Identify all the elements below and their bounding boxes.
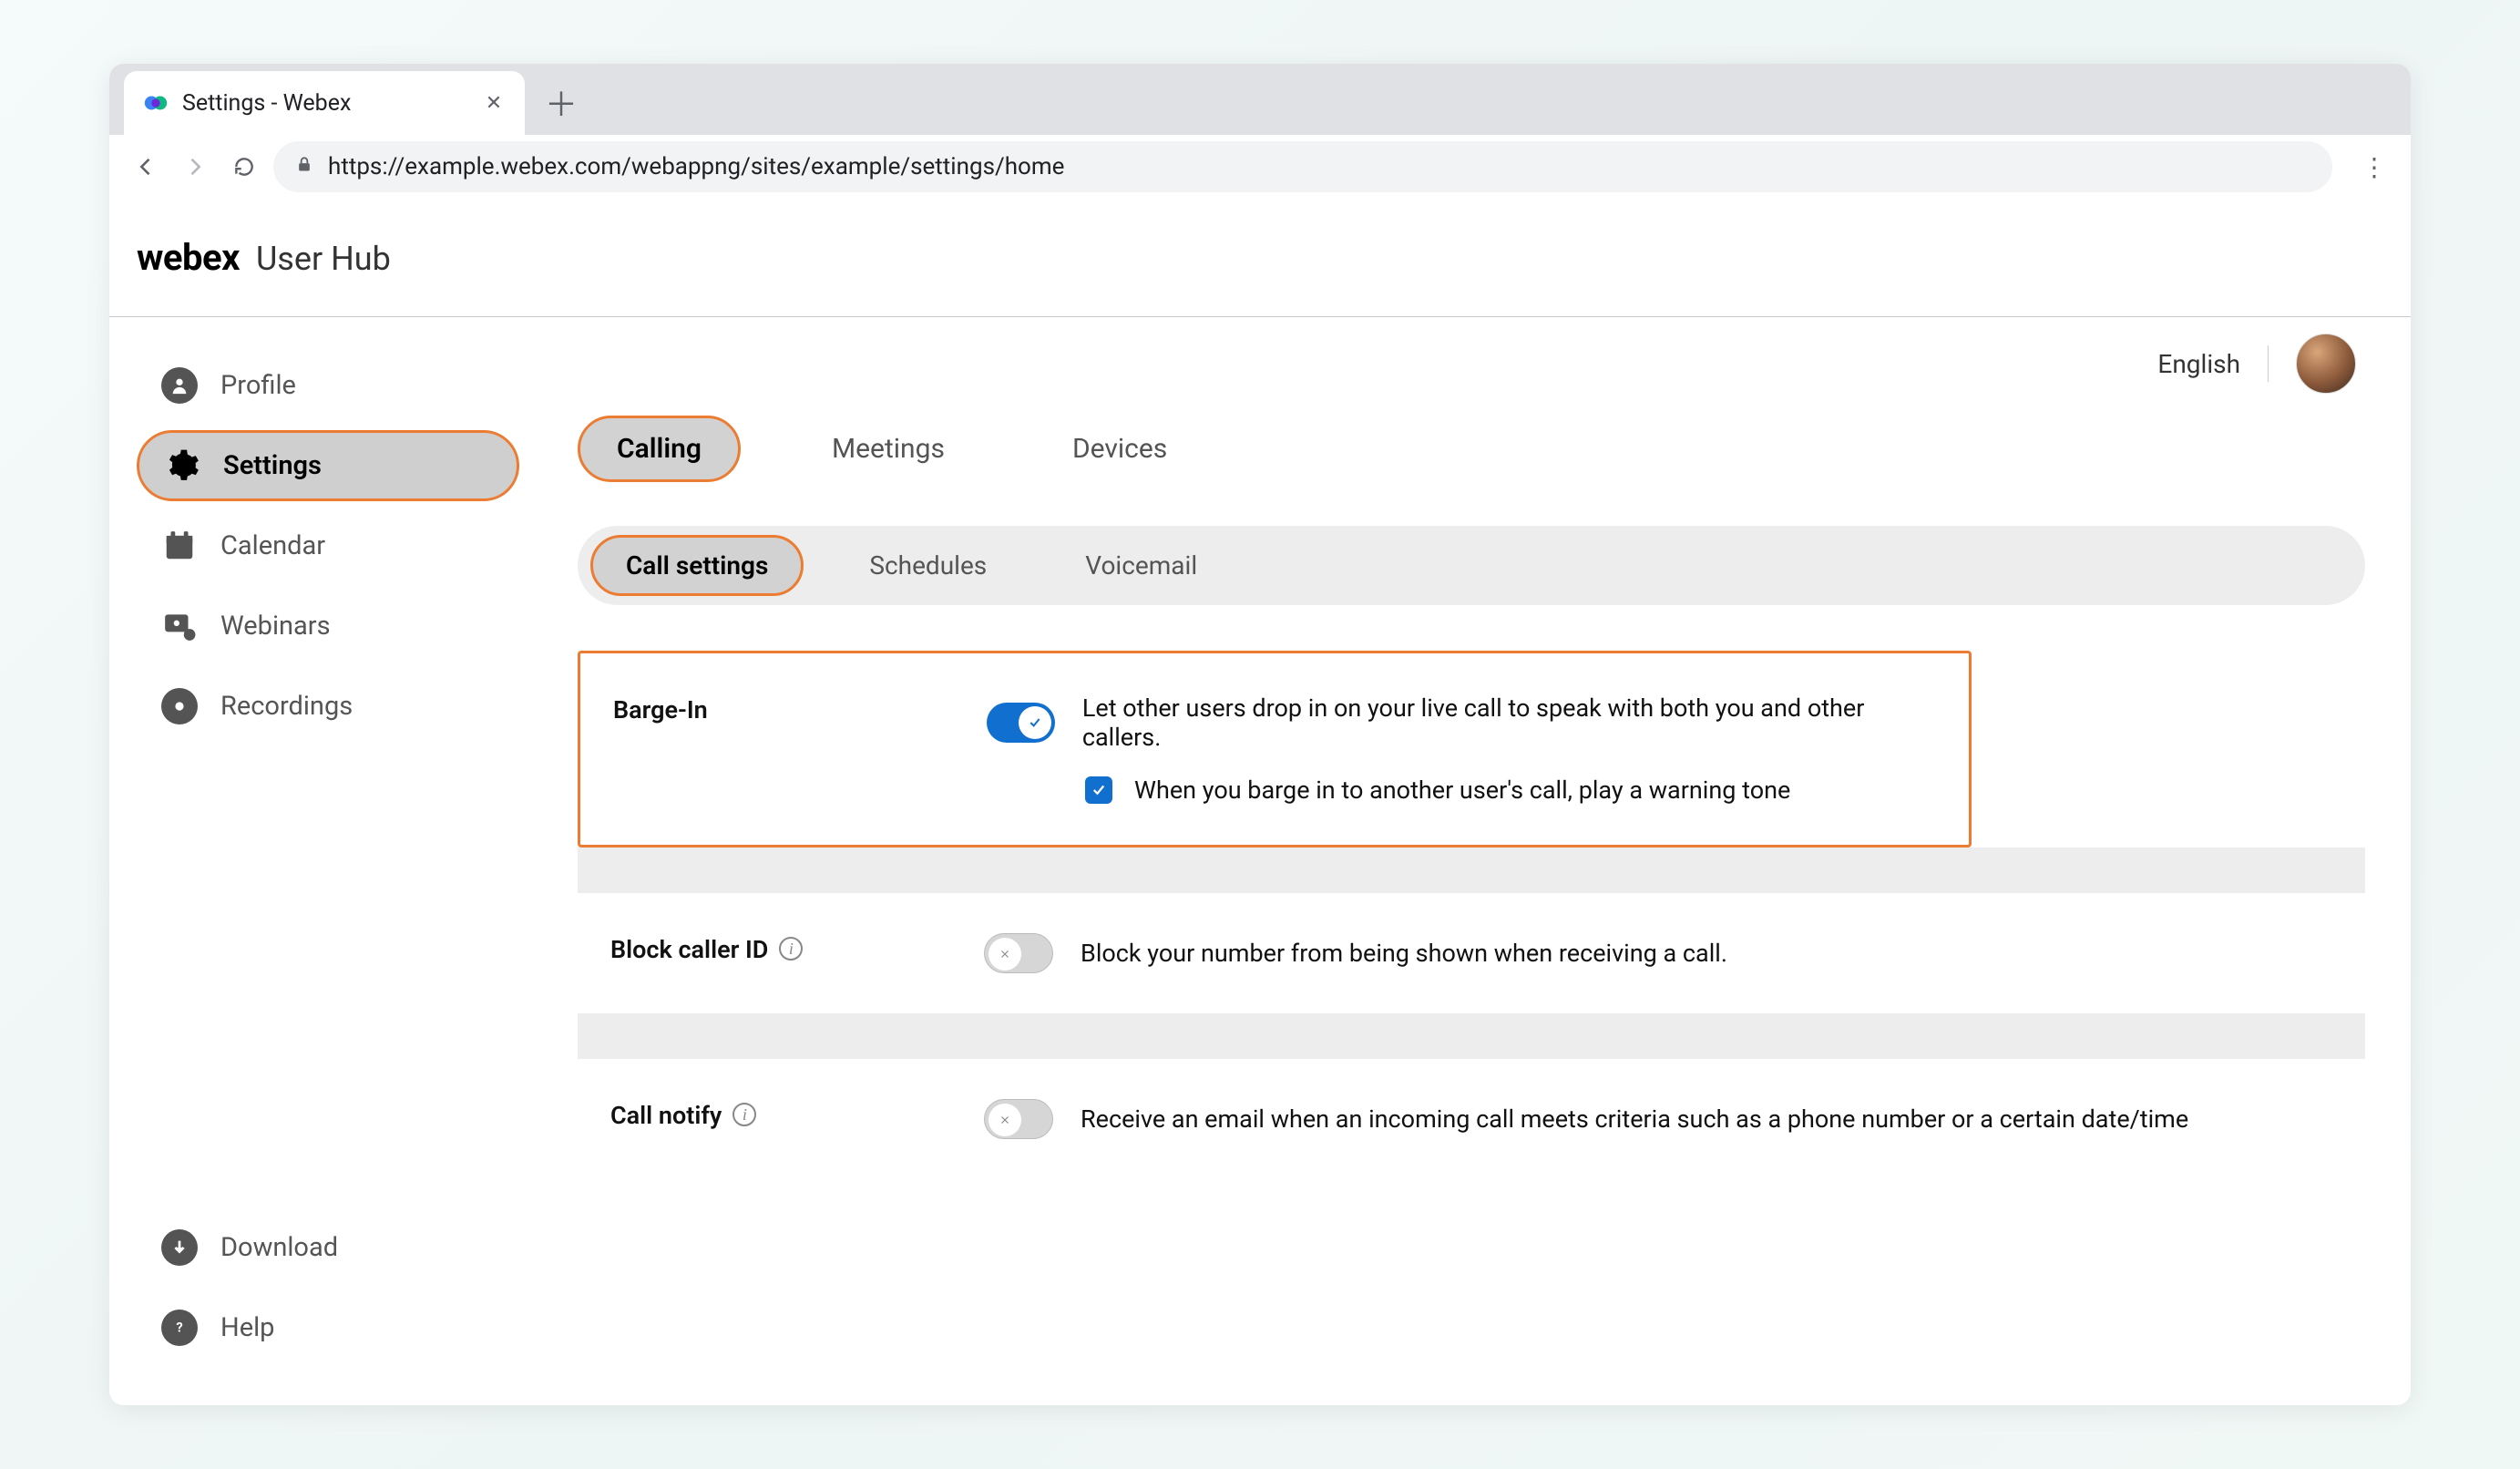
setting-title: Call notify i [610,1099,966,1139]
app-header: webex User Hub [109,199,2411,317]
subtab-label: Schedules [869,550,987,580]
app-body: Profile Settings Calendar [109,317,2411,1405]
subtab-call-settings[interactable]: Call settings [590,535,804,596]
sidebar-item-label: Download [220,1232,338,1263]
calendar-icon [160,527,199,565]
sidebar-item-label: Calendar [220,530,325,561]
secondary-tabs: Call settings Schedules Voicemail [578,526,2365,605]
close-tab-icon[interactable]: ✕ [481,90,507,116]
block-caller-id-title-text: Block caller ID [610,935,768,964]
sidebar-item-webinars[interactable]: Webinars [137,591,519,662]
header-right: English [2157,334,2356,394]
sidebar: Profile Settings Calendar [109,317,538,1405]
reload-button[interactable] [224,147,264,187]
tab-devices[interactable]: Devices [1036,418,1204,479]
barge-in-description: Let other users drop in on your live cal… [1082,693,1936,752]
brand-logo: webex [137,236,240,279]
info-icon[interactable]: i [779,937,803,960]
webinar-icon [160,607,199,645]
sidebar-item-help[interactable]: ? Help [137,1292,519,1363]
help-icon: ? [160,1309,199,1347]
person-icon [160,366,199,405]
tab-calling[interactable]: Calling [578,416,741,482]
gear-icon [163,447,201,485]
sidebar-item-label: Settings [223,450,322,481]
block-caller-id-toggle[interactable] [984,933,1053,973]
setting-block-caller-id: Block caller ID i Block your number from… [578,893,2365,1013]
address-bar[interactable]: https://example.webex.com/webappng/sites… [273,141,2332,192]
info-icon[interactable]: i [732,1103,756,1126]
sidebar-item-recordings[interactable]: Recordings [137,671,519,742]
browser-window: Settings - Webex ✕ ＋ https://example.web… [109,64,2411,1405]
barge-in-title-text: Barge-In [613,695,708,724]
subtab-schedules[interactable]: Schedules [836,538,1019,593]
sidebar-item-label: Profile [220,370,296,401]
download-icon [160,1228,199,1267]
browser-menu-button[interactable]: ⋮ [2354,147,2394,187]
subtab-voicemail[interactable]: Voicemail [1052,538,1230,593]
barge-in-warning-tone-checkbox[interactable] [1085,776,1112,804]
svg-text:?: ? [176,1320,182,1336]
url-text: https://example.webex.com/webappng/sites… [328,153,1064,180]
brand: webex User Hub [137,236,391,279]
barge-in-checkbox-label: When you barge in to another user's call… [1134,776,1790,805]
webex-favicon [142,89,169,117]
tab-label: Meetings [832,433,945,465]
browser-tab[interactable]: Settings - Webex ✕ [124,71,525,135]
sidebar-item-download[interactable]: Download [137,1212,519,1283]
tab-label: Calling [617,433,702,465]
sidebar-item-calendar[interactable]: Calendar [137,510,519,581]
browser-tab-title: Settings - Webex [182,90,468,117]
tab-label: Devices [1072,433,1167,465]
subtab-label: Call settings [626,550,768,580]
content-area: English Calling Meetings Devices Ca [538,317,2411,1405]
card-gap [578,1013,2365,1059]
record-icon [160,687,199,725]
brand-subtitle: User Hub [256,240,391,278]
setting-barge-in: Barge-In Let other users drop in on your… [578,651,1972,848]
sidebar-item-settings[interactable]: Settings [137,430,519,501]
sidebar-item-label: Recordings [220,691,353,722]
setting-title: Block caller ID i [610,933,966,973]
sidebar-item-label: Webinars [220,611,331,642]
sidebar-item-profile[interactable]: Profile [137,350,519,421]
lock-icon [295,155,313,179]
call-notify-title-text: Call notify [610,1101,722,1130]
back-button[interactable] [126,147,166,187]
barge-in-toggle[interactable] [987,703,1055,743]
primary-tabs: Calling Meetings Devices [578,416,2365,482]
sidebar-item-label: Help [220,1312,274,1343]
card-gap [578,848,2365,893]
avatar[interactable] [2296,334,2356,394]
forward-button[interactable] [175,147,215,187]
subtab-label: Voicemail [1085,550,1197,580]
browser-tab-bar: Settings - Webex ✕ ＋ [109,64,2411,135]
browser-toolbar: https://example.webex.com/webappng/sites… [109,135,2411,199]
new-tab-button[interactable]: ＋ [536,77,587,128]
language-selector[interactable]: English [2157,349,2240,379]
setting-title: Barge-In [613,693,968,805]
tab-meetings[interactable]: Meetings [795,418,981,479]
call-notify-description: Receive an email when an incoming call m… [1081,1104,2188,1134]
divider [2268,345,2269,382]
call-notify-toggle[interactable] [984,1099,1053,1139]
block-caller-id-description: Block your number from being shown when … [1081,939,1727,968]
setting-call-notify: Call notify i Receive an email when an i… [578,1059,2365,1179]
